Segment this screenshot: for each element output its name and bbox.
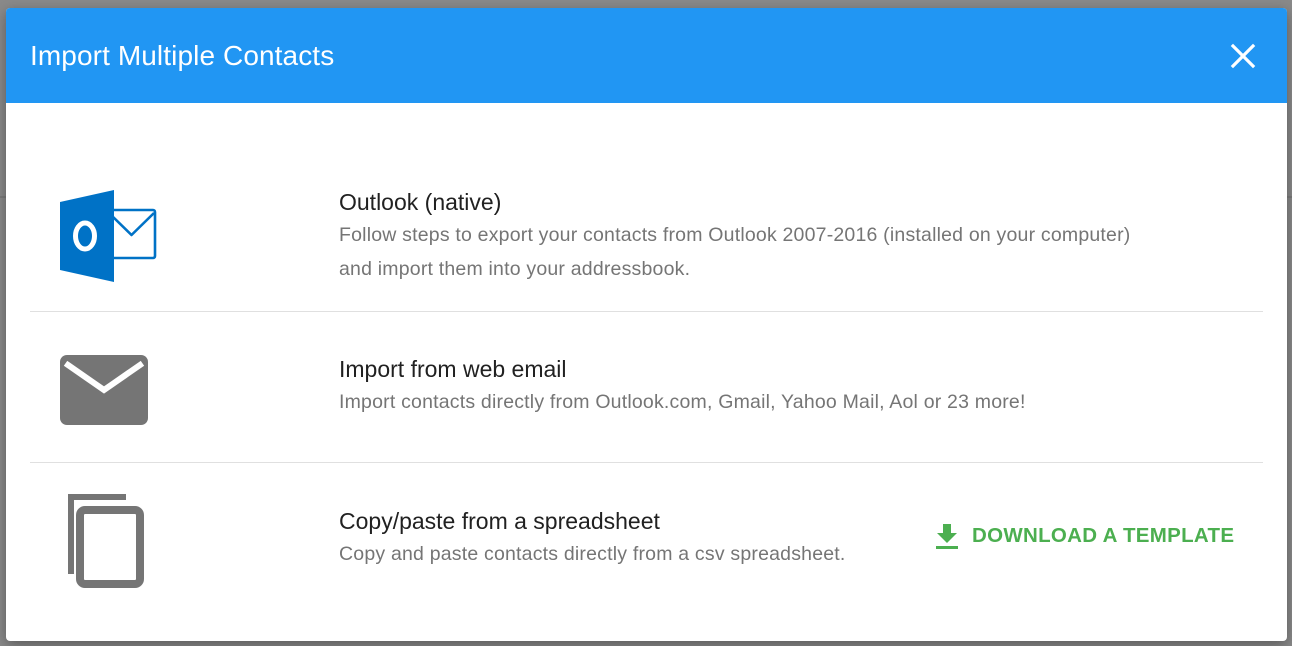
option-title: Import from web email bbox=[339, 356, 567, 382]
option-description-line: and import them into your addressbook. bbox=[339, 258, 691, 280]
dialog-header: Import Multiple Contacts bbox=[6, 8, 1287, 103]
divider bbox=[30, 462, 1263, 463]
option-web-email[interactable]: Import from web email Import contacts di… bbox=[30, 325, 1263, 445]
option-text: Copy/paste from a spreadsheet Copy and p… bbox=[339, 507, 846, 571]
option-text: Import from web email Import contacts di… bbox=[339, 355, 1026, 419]
divider bbox=[30, 311, 1263, 312]
import-contacts-dialog: Import Multiple Contacts Outlook (native… bbox=[6, 8, 1287, 641]
option-description: Follow steps to export your contacts fro… bbox=[339, 218, 1130, 286]
close-icon bbox=[1230, 43, 1256, 69]
option-spreadsheet[interactable]: Copy/paste from a spreadsheet Copy and p… bbox=[30, 475, 1263, 605]
envelope-icon bbox=[58, 353, 150, 427]
option-title: Copy/paste from a spreadsheet bbox=[339, 508, 660, 534]
option-description: Copy and paste contacts directly from a … bbox=[339, 543, 846, 565]
option-description: Import contacts directly from Outlook.co… bbox=[339, 391, 1026, 413]
option-text: Outlook (native) Follow steps to export … bbox=[339, 188, 1130, 286]
option-description-line: Follow steps to export your contacts fro… bbox=[339, 224, 1131, 246]
copy-icon bbox=[58, 490, 148, 592]
option-outlook-native[interactable]: Outlook (native) Follow steps to export … bbox=[30, 178, 1263, 298]
download-icon bbox=[934, 522, 960, 550]
download-template-label: DOWNLOAD A TEMPLATE bbox=[972, 524, 1235, 547]
dialog-title: Import Multiple Contacts bbox=[30, 40, 335, 71]
close-button[interactable] bbox=[1228, 41, 1258, 71]
outlook-icon bbox=[58, 188, 158, 284]
download-template-button[interactable]: DOWNLOAD A TEMPLATE bbox=[934, 522, 1234, 550]
option-title: Outlook (native) bbox=[339, 189, 502, 215]
